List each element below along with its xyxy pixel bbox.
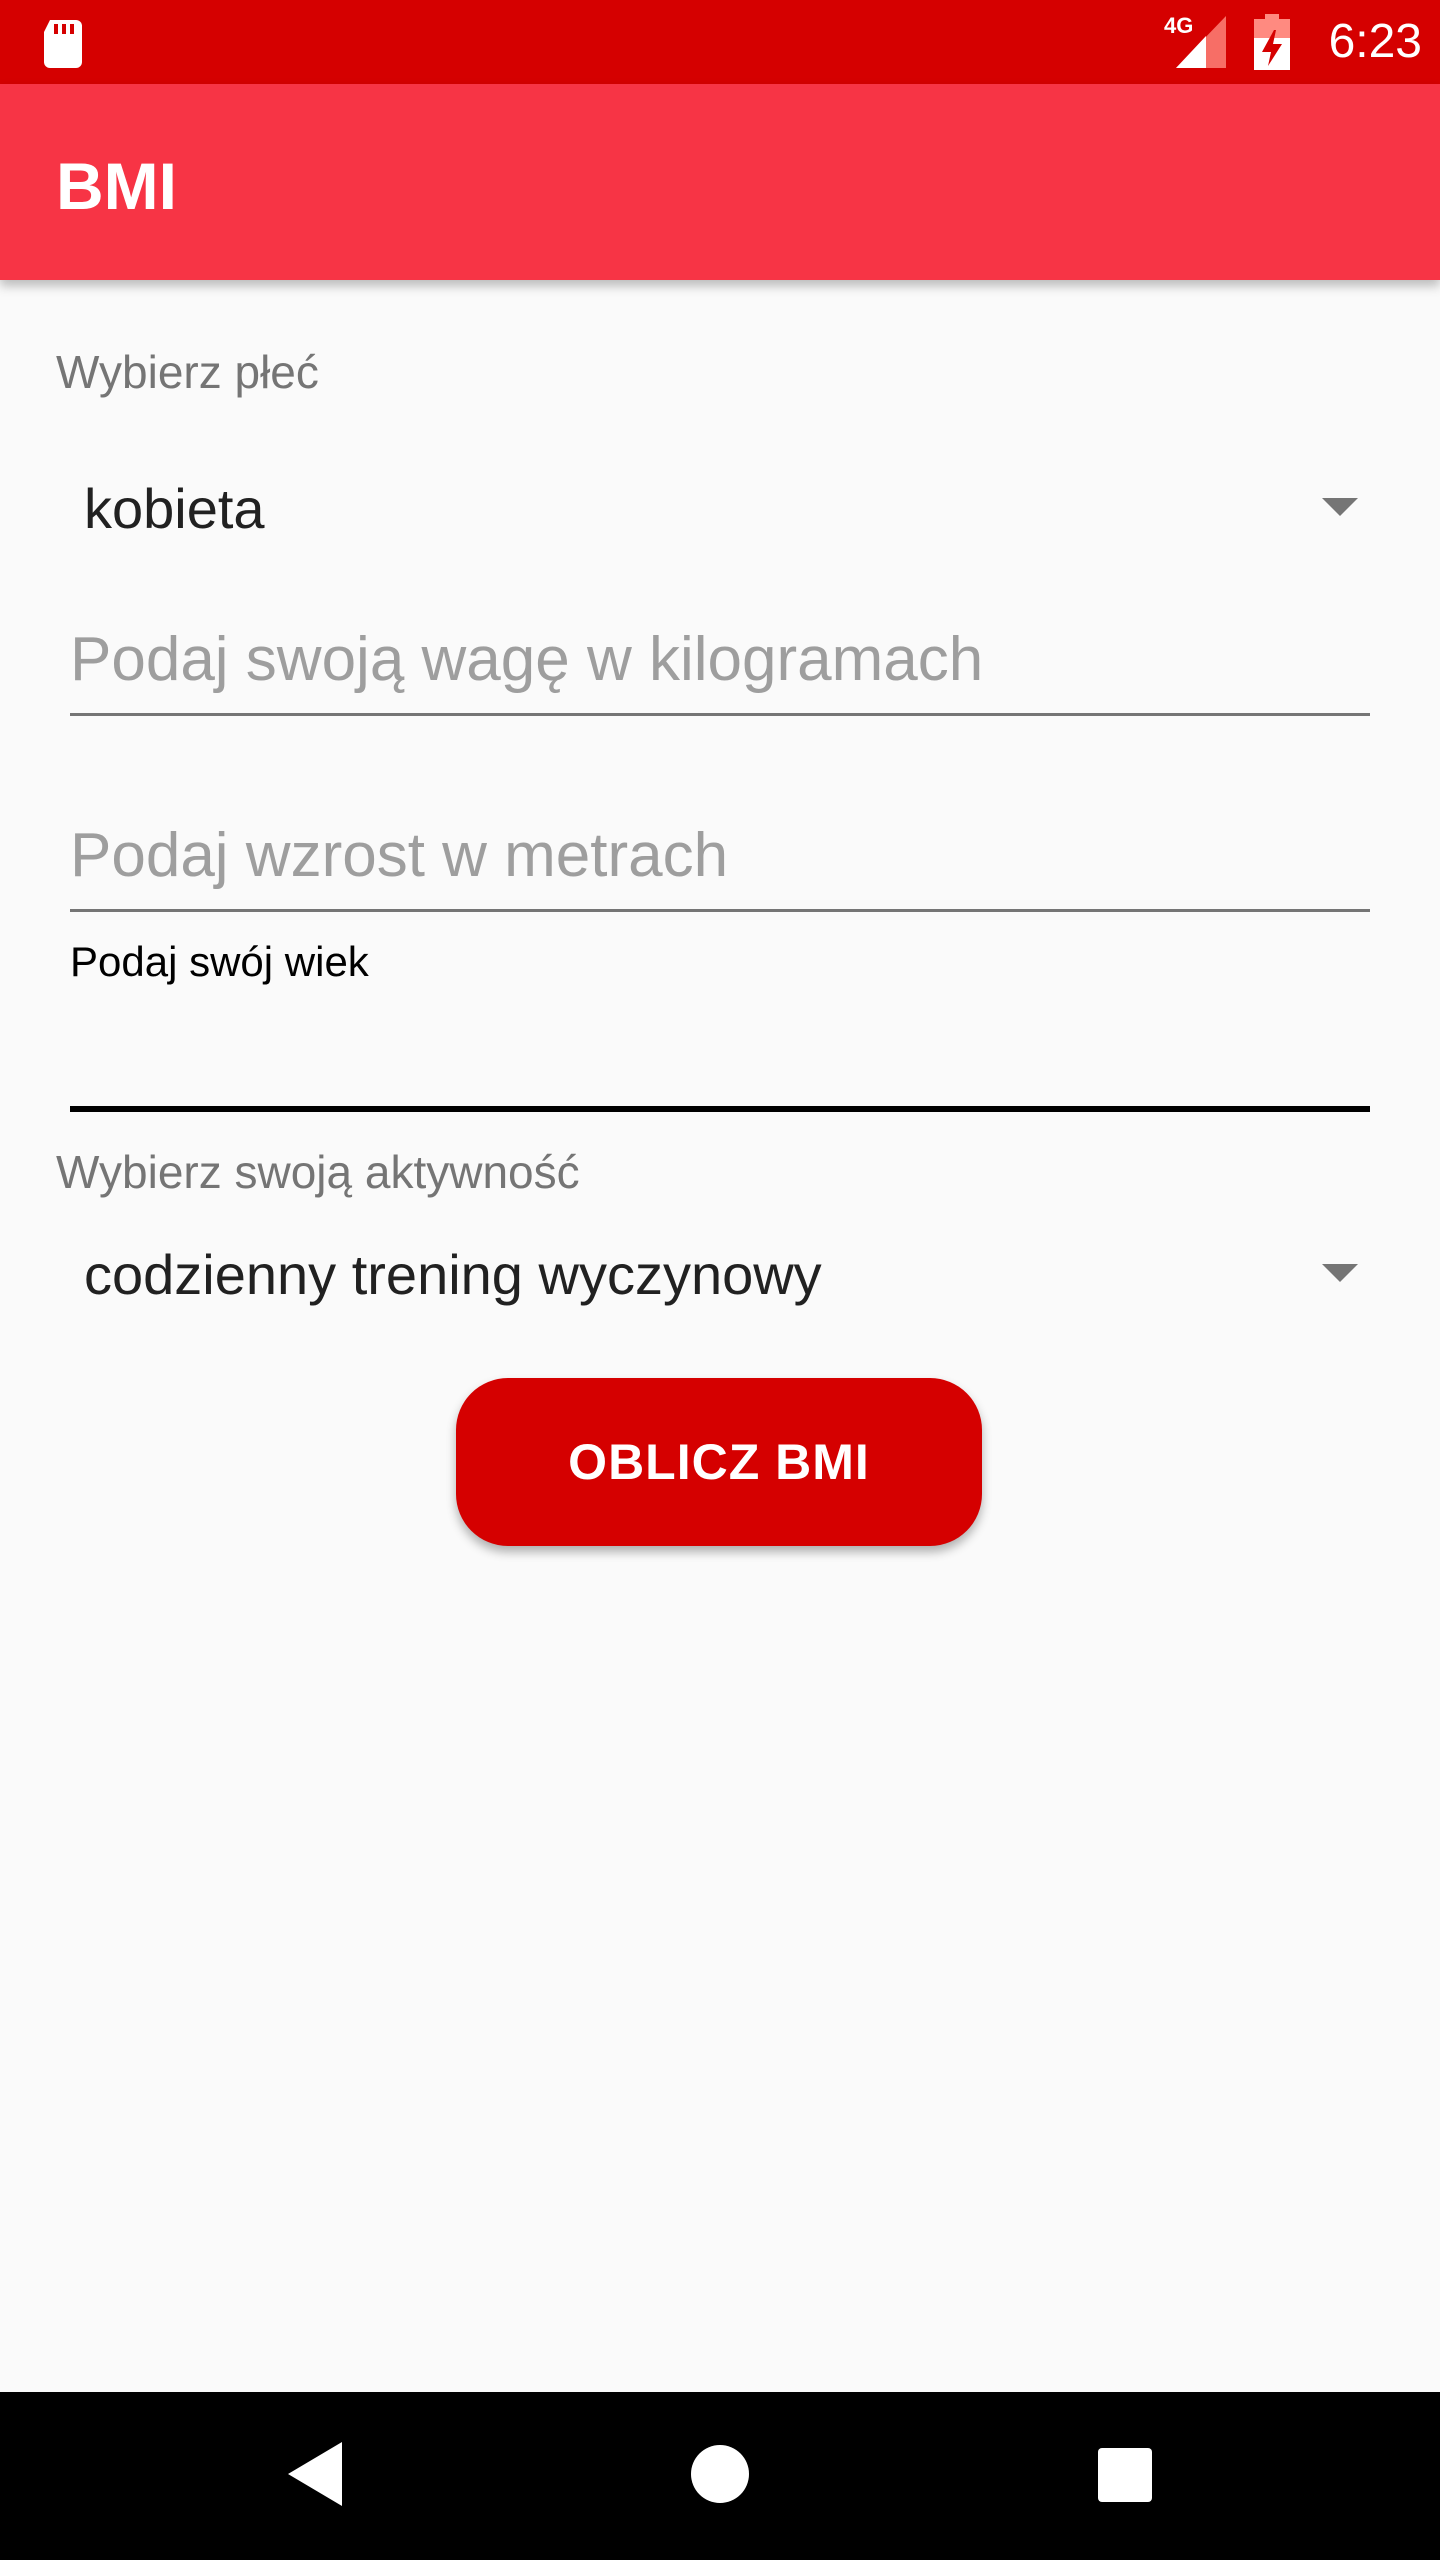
sd-card-icon: [44, 20, 82, 68]
height-field-container: [70, 802, 1370, 912]
activity-spinner[interactable]: codzienny trening wyczynowy: [56, 1220, 1386, 1330]
calculate-bmi-button[interactable]: OBLICZ BMI: [456, 1378, 982, 1546]
signal-icon: [1176, 16, 1226, 68]
recents-icon[interactable]: [1098, 2448, 1152, 2502]
gender-label: Wybierz płeć: [56, 346, 319, 398]
age-field-container: [70, 1004, 1370, 1112]
app-title: BMI: [56, 149, 177, 223]
battery-charging-icon: [1254, 14, 1290, 70]
status-bar: 4G 6:23: [0, 0, 1440, 84]
screen: 4G 6:23 BMI Wybierz płeć kobieta Podaj s…: [0, 0, 1440, 2560]
navigation-bar: [0, 2392, 1440, 2560]
status-clock: 6:23: [1328, 15, 1422, 68]
app-bar: BMI: [0, 84, 1440, 280]
age-input[interactable]: [70, 1004, 1370, 1106]
back-icon[interactable]: [288, 2442, 342, 2506]
activity-selected-value: codzienny trening wyczynowy: [84, 1243, 822, 1306]
age-label: Podaj swój wiek: [70, 938, 369, 985]
weight-field-container: [70, 606, 1370, 716]
gender-selected-value: kobieta: [84, 477, 265, 540]
height-input[interactable]: [70, 802, 1370, 909]
gender-spinner[interactable]: kobieta: [56, 454, 1386, 564]
home-icon[interactable]: [691, 2445, 749, 2503]
dropdown-arrow-icon: [1322, 498, 1358, 516]
weight-input[interactable]: [70, 606, 1370, 713]
dropdown-arrow-icon: [1322, 1264, 1358, 1282]
activity-label: Wybierz swoją aktywność: [56, 1146, 580, 1198]
